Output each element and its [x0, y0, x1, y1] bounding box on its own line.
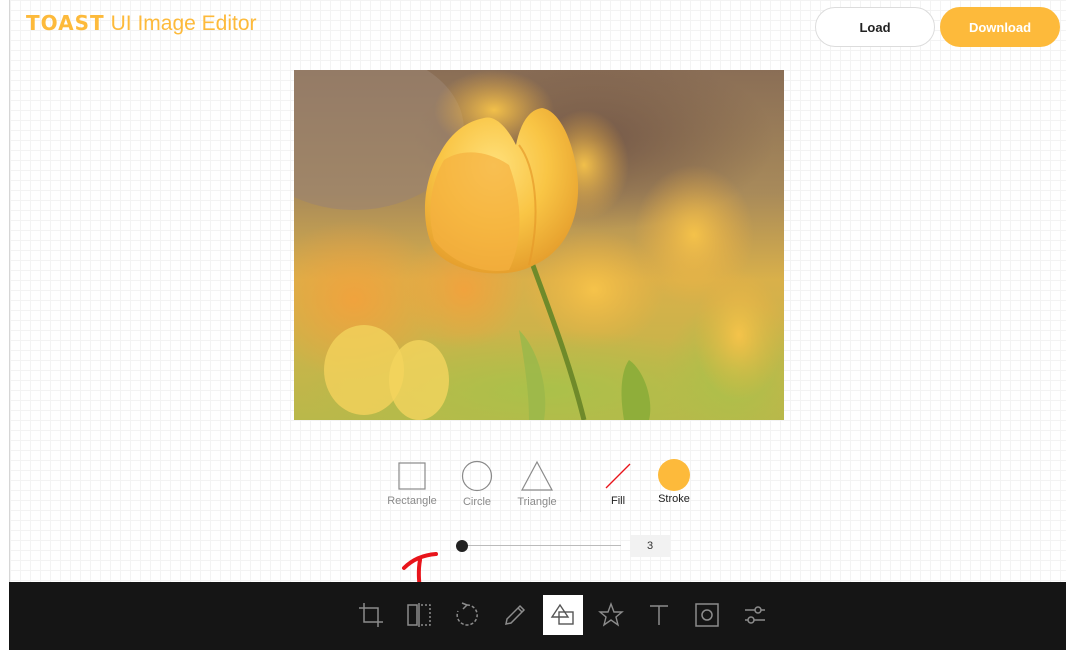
triangle-icon	[520, 460, 554, 491]
download-button[interactable]: Download	[940, 7, 1060, 47]
stroke-width-slider[interactable]: 3	[455, 535, 675, 559]
logo: TOAST UI Image Editor	[26, 11, 257, 39]
draw-tool-button[interactable]	[495, 595, 535, 635]
shape-tool-button[interactable]	[543, 595, 583, 635]
crop-icon	[359, 603, 383, 627]
circle-label: Circle	[462, 496, 492, 508]
rotate-icon	[456, 602, 478, 626]
icon-tool-button[interactable]	[591, 595, 631, 635]
stroke-width-value[interactable]: 3	[630, 535, 670, 557]
load-button[interactable]: Load	[815, 7, 935, 47]
logo-brand: TOAST	[26, 11, 105, 35]
shape-circle-option[interactable]: Circle	[447, 456, 507, 508]
fill-label: Fill	[610, 495, 626, 507]
image-canvas[interactable]	[294, 70, 784, 420]
stroke-color-picker[interactable]: Stroke	[649, 456, 699, 505]
text-tool-button[interactable]	[639, 595, 679, 635]
logo-product: UI Image Editor	[110, 12, 257, 35]
filter-icon	[745, 606, 765, 624]
flip-tool-button[interactable]	[399, 595, 439, 635]
left-border	[9, 0, 10, 582]
text-icon	[650, 605, 668, 625]
draw-icon	[505, 604, 526, 625]
triangle-label: Triangle	[517, 496, 557, 508]
crop-tool-button[interactable]	[351, 595, 391, 635]
mask-icon	[695, 603, 719, 627]
bottom-toolbar	[9, 582, 1066, 650]
stroke-label: Stroke	[658, 493, 690, 505]
circle-icon	[461, 460, 493, 492]
mask-tool-button[interactable]	[687, 595, 727, 635]
image-editor-app: TOAST UI Image Editor Load Download Rect…	[0, 0, 1066, 650]
tulip-photo	[294, 70, 784, 420]
submenu-divider	[580, 460, 581, 512]
rectangle-icon	[398, 462, 426, 490]
slider-track[interactable]	[461, 545, 621, 546]
flip-icon	[407, 603, 431, 627]
star-icon	[598, 602, 624, 627]
shape-triangle-option[interactable]: Triangle	[507, 456, 567, 508]
transparent-fill-icon	[605, 463, 631, 489]
slider-handle[interactable]	[456, 540, 468, 552]
header: TOAST UI Image Editor Load Download	[0, 0, 1066, 56]
shape-rectangle-option[interactable]: Rectangle	[382, 456, 442, 507]
rectangle-label: Rectangle	[387, 495, 437, 507]
shape-submenu: Rectangle Circle Triangle Fill Stroke	[380, 456, 700, 516]
filter-tool-button[interactable]	[735, 595, 775, 635]
rotate-tool-button[interactable]	[447, 595, 487, 635]
stroke-swatch-icon	[658, 459, 690, 491]
shape-icon	[550, 603, 574, 625]
fill-color-picker[interactable]: Fill	[593, 456, 643, 507]
